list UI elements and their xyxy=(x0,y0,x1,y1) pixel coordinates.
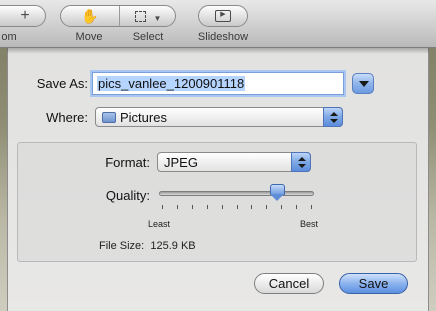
updown-arrows-icon xyxy=(291,152,311,172)
slider-tick xyxy=(207,205,208,209)
save-as-field[interactable]: pics_vanlee_1200901118 xyxy=(92,72,344,95)
hand-icon: ✋ xyxy=(81,8,99,24)
where-value: Pictures xyxy=(120,110,167,125)
slider-tick xyxy=(237,205,238,209)
select-label: Select xyxy=(132,31,164,43)
updown-arrows-icon xyxy=(323,107,343,127)
move-button[interactable]: ✋ xyxy=(61,6,119,26)
folder-icon xyxy=(102,112,116,123)
chevron-down-icon: ▼ xyxy=(153,14,162,23)
slider-tick xyxy=(251,205,252,209)
filename-selection: pics_vanlee_1200901118 xyxy=(97,76,246,91)
where-popup[interactable]: Pictures xyxy=(95,107,343,127)
toolbar: + om ✋ ▼ Move Select ▶ Slideshow xyxy=(0,0,436,48)
zoom-button[interactable]: + xyxy=(0,5,46,27)
triangle-down-icon xyxy=(359,81,369,87)
save-button[interactable]: Save xyxy=(339,273,408,294)
file-size-readout: File Size: 125.9 KB xyxy=(99,240,196,252)
file-size-label: File Size: xyxy=(99,240,145,252)
slider-tick xyxy=(311,205,312,209)
zoom-label: om xyxy=(1,31,17,43)
move-label: Move xyxy=(75,31,103,43)
slideshow-label: Slideshow xyxy=(197,31,249,43)
slider-tick xyxy=(266,205,267,209)
sheet-shadow xyxy=(7,48,429,54)
quality-max-label: Best xyxy=(300,219,319,229)
save-as-label: Save As: xyxy=(36,76,88,91)
cancel-button[interactable]: Cancel xyxy=(254,273,324,294)
select-button[interactable]: ▼ xyxy=(120,6,176,26)
slider-tick xyxy=(296,205,297,209)
slider-tick xyxy=(222,205,223,209)
slideshow-icon: ▶ xyxy=(215,10,231,22)
format-value: JPEG xyxy=(164,155,198,170)
slider-tick xyxy=(281,205,282,209)
slider-tick xyxy=(162,205,163,209)
file-size-value: 125.9 KB xyxy=(150,240,196,252)
slider-tick xyxy=(177,205,178,209)
plus-icon: + xyxy=(20,7,30,24)
slider-tick xyxy=(192,205,193,209)
marquee-select-icon xyxy=(134,11,146,22)
quality-slider-track[interactable] xyxy=(159,191,314,196)
format-popup[interactable]: JPEG xyxy=(157,152,311,172)
where-label: Where: xyxy=(46,110,88,125)
format-label: Format: xyxy=(105,155,150,170)
move-select-segmented-control: ✋ ▼ xyxy=(60,5,176,27)
quality-slider-knob[interactable] xyxy=(270,184,285,201)
expand-dialog-button[interactable] xyxy=(352,73,374,94)
quality-min-label: Least xyxy=(148,219,171,229)
slideshow-button[interactable]: ▶ xyxy=(198,5,248,27)
quality-label: Quality: xyxy=(105,188,150,203)
